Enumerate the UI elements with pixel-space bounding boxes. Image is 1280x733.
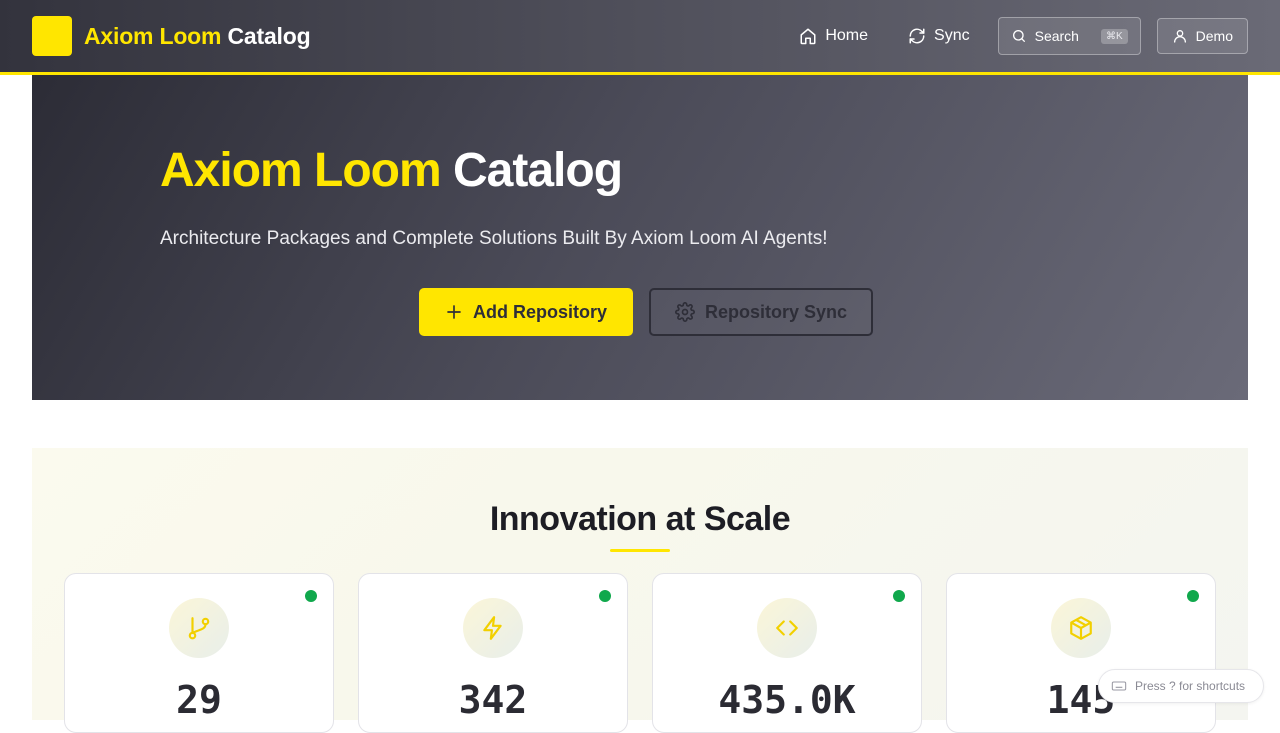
stat-value: 29 (176, 678, 222, 722)
user-menu-button[interactable]: Demo (1156, 18, 1248, 54)
top-nav-bar: Axiom Loom Catalog Home Sync Search ⌘K D… (0, 0, 1280, 75)
keyboard-icon (1111, 681, 1127, 691)
package-icon (1070, 616, 1092, 640)
stats-title-underline (610, 549, 670, 552)
stat-icon-wrapper (169, 598, 229, 658)
stat-card-code[interactable]: 435.0K (652, 573, 922, 733)
hero-subtitle: Architecture Packages and Complete Solut… (160, 228, 828, 249)
status-dot (1187, 590, 1199, 602)
stats-title: Innovation at Scale (489, 500, 791, 538)
hero-title: Axiom Loom Catalog (160, 143, 623, 198)
search-shortcut-badge: ⌘K (1100, 28, 1128, 44)
hero-banner: Axiom Loom Catalog Architecture Packages… (32, 75, 1248, 400)
search-icon (1012, 30, 1025, 42)
stat-card-activity[interactable]: 342 (358, 573, 628, 733)
status-dot (305, 590, 317, 602)
git-branch-icon (188, 617, 210, 640)
search-label: Search (1034, 28, 1079, 44)
add-repository-button[interactable]: Add Repository (419, 288, 634, 336)
code-icon (776, 620, 798, 636)
hero-title-rest: Catalog (453, 144, 623, 197)
refresh-icon (909, 28, 925, 44)
nav-home-link[interactable]: Home (787, 19, 880, 53)
gear-icon (675, 302, 695, 322)
nav-links: Home Sync Search ⌘K Demo (787, 17, 1248, 55)
stat-icon-wrapper (463, 598, 523, 658)
brand-title-accent: Axiom Loom (84, 22, 222, 49)
stats-section: Innovation at Scale 29 342 435.0K 145 (32, 448, 1248, 733)
stat-card-repositories[interactable]: 29 (64, 573, 334, 733)
stat-value: 342 (458, 678, 528, 722)
stat-value: 435.0K (718, 678, 856, 722)
home-icon (800, 28, 816, 45)
brand[interactable]: Axiom Loom Catalog (32, 16, 311, 56)
keyboard-shortcut-hint[interactable]: Press ? for shortcuts (1098, 669, 1264, 703)
brand-logo[interactable] (32, 16, 72, 56)
stat-icon-wrapper (1051, 598, 1111, 658)
add-repository-label: Add Repository (473, 301, 608, 322)
nav-sync-label: Sync (934, 27, 970, 44)
hero-title-accent: Axiom Loom (160, 144, 442, 197)
stat-card-packages[interactable]: 145 (946, 573, 1216, 733)
repository-sync-button[interactable]: Repository Sync (649, 288, 874, 336)
status-dot (893, 590, 905, 602)
status-dot (599, 590, 611, 602)
repository-sync-label: Repository Sync (705, 301, 848, 322)
nav-home-label: Home (825, 27, 869, 44)
lightning-icon (483, 616, 502, 640)
user-name: Demo (1195, 28, 1233, 44)
brand-title[interactable]: Axiom Loom Catalog (84, 22, 311, 50)
user-icon (1173, 30, 1186, 43)
stat-icon-wrapper (757, 598, 817, 658)
shortcut-hint-label: Press ? for shortcuts (1135, 679, 1246, 693)
plus-icon (447, 305, 461, 319)
nav-sync-link[interactable]: Sync (896, 19, 982, 53)
brand-title-rest: Catalog (227, 22, 311, 49)
search-button[interactable]: Search ⌘K (997, 17, 1141, 55)
hero-actions: Add Repository Repository Sync (419, 288, 874, 336)
